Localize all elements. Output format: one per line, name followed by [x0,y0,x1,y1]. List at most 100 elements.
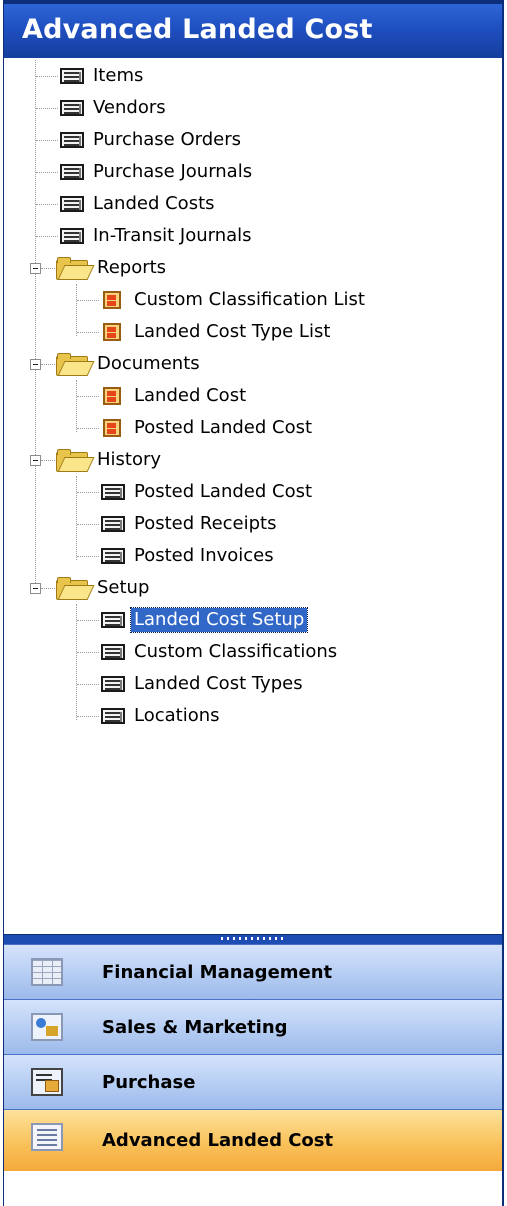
tree-item-label: Custom Classification List [134,289,365,310]
tree-item-purchase-orders[interactable]: Purchase Orders [58,125,244,155]
form-icon [58,129,86,151]
tree-connector [36,204,58,205]
pane-title-bar: Advanced Landed Cost [4,0,502,58]
form-icon [99,481,127,503]
tree-item-posted-receipts[interactable]: Posted Receipts [99,509,280,539]
tree-connector [77,524,99,525]
nav-button-label: Financial Management [102,961,333,983]
open-folder-icon [54,448,95,472]
form-icon [99,609,127,631]
tree-item-label: Purchase Journals [93,161,253,182]
tree-connector [77,332,99,333]
form-icon [58,65,86,87]
form-icon [99,673,127,695]
tree-item-posted-landed-cost-history[interactable]: Posted Landed Cost [99,477,315,507]
nav-button-label: Advanced Landed Cost [102,1130,334,1151]
open-folder-icon [54,576,95,600]
tree-folder-setup[interactable]: Setup [54,573,152,603]
tree-connector [36,140,58,141]
tree-item-label: Vendors [93,97,166,118]
tree-item-label: Posted Receipts [134,513,277,534]
tree-item-label: Landed Costs [93,193,215,214]
tree-connector [76,284,77,336]
form-icon [99,513,127,535]
collapse-reports-toggle[interactable] [30,263,41,274]
tree-folder-history[interactable]: History [54,445,164,475]
tree-item-label: Posted Landed Cost [134,481,313,502]
tree-connector [77,428,99,429]
tree-item-purchase-journals[interactable]: Purchase Journals [58,157,255,187]
form-icon [99,641,127,663]
tree-connector [77,300,99,301]
tree-item-label: Locations [134,705,220,726]
form-icon [99,545,127,567]
tree-item-label: Landed Cost [134,385,247,406]
tree-item-landed-cost-type-list[interactable]: Landed Cost Type List [99,317,333,347]
report-icon [99,321,127,343]
collapse-history-toggle[interactable] [30,455,41,466]
report-icon [99,289,127,311]
tree-connector [77,620,99,621]
tree-item-label: Posted Landed Cost [134,417,313,438]
tree-connector [77,684,99,685]
tree-item-custom-classifications[interactable]: Custom Classifications [99,637,340,667]
pane-title: Advanced Landed Cost [22,14,373,45]
nav-button-financial-management[interactable]: Financial Management [4,944,502,999]
tree-item-label: Posted Invoices [134,545,274,566]
collapse-setup-toggle[interactable] [30,583,41,594]
tree-folder-documents[interactable]: Documents [54,349,203,379]
tree-connector [41,588,55,589]
tree-connector [36,236,58,237]
tree-item-posted-invoices[interactable]: Posted Invoices [99,541,277,571]
tree-item-label: Purchase Orders [93,129,241,150]
tree-item-items[interactable]: Items [58,61,146,91]
advanced-landed-cost-icon [31,1123,63,1151]
form-icon [58,97,86,119]
tree-folder-label: Setup [97,577,150,598]
tree-connector [36,172,58,173]
tree-item-label: Landed Cost Types [134,673,303,694]
nav-button-purchase[interactable]: Purchase [4,1054,502,1109]
tree-connector [41,364,55,365]
sales-marketing-icon [31,1013,63,1041]
tree-item-posted-landed-cost-document[interactable]: Posted Landed Cost [99,413,315,443]
tree-item-in-transit-journals[interactable]: In-Transit Journals [58,221,255,251]
tree-item-locations[interactable]: Locations [99,701,223,731]
open-folder-icon [54,352,95,376]
nav-button-advanced-landed-cost[interactable]: Advanced Landed Cost [4,1109,502,1171]
report-icon [99,385,127,407]
pane-splitter[interactable] [4,934,502,944]
tree-item-landed-cost[interactable]: Landed Cost [99,381,249,411]
form-icon [58,193,86,215]
tree-connector [36,108,58,109]
menu-tree: Items Vendors Purchase Orders Purchase J… [4,58,502,934]
tree-folder-label: Documents [97,353,200,374]
nav-button-sales-marketing[interactable]: Sales & Marketing [4,999,502,1054]
tree-connector [41,268,55,269]
splitter-grip-icon[interactable] [221,937,285,940]
tree-item-landed-cost-setup[interactable]: Landed Cost Setup [99,605,309,635]
purchase-icon [31,1068,63,1096]
tree-item-landed-costs[interactable]: Landed Costs [58,189,218,219]
tree-item-label: Landed Cost Setup [129,607,309,633]
tree-connector [41,460,55,461]
tree-folder-label: Reports [97,257,167,278]
form-icon [58,161,86,183]
tree-connector [77,492,99,493]
tree-item-label: Items [93,65,144,86]
nav-button-label: Purchase [102,1071,196,1093]
tree-folder-reports[interactable]: Reports [54,253,169,283]
tree-item-label: Custom Classifications [134,641,338,662]
collapse-documents-toggle[interactable] [30,359,41,370]
tree-folder-label: History [97,449,162,470]
tree-connector [76,476,77,560]
tree-connector [76,604,77,720]
report-icon [99,417,127,439]
tree-item-landed-cost-types[interactable]: Landed Cost Types [99,669,306,699]
tree-connector [76,380,77,432]
tree-item-custom-classification-list[interactable]: Custom Classification List [99,285,368,315]
financial-management-icon [31,958,63,986]
tree-item-vendors[interactable]: Vendors [58,93,169,123]
tree-connector [77,556,99,557]
tree-connector [77,396,99,397]
